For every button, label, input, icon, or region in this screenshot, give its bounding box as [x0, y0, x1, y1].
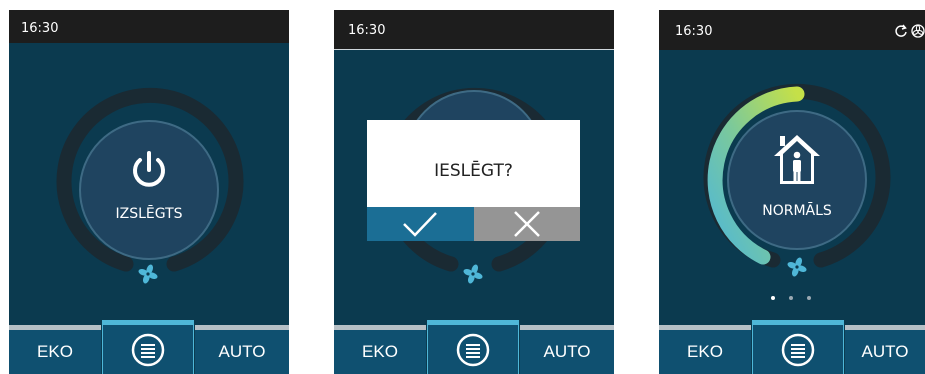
mode-label: NORMĀLS [762, 203, 832, 219]
home-person-icon [774, 135, 820, 184]
bottom-bar: EKO AUTO [659, 320, 925, 374]
page-dot[interactable] [789, 296, 793, 300]
eko-button[interactable]: EKO [659, 325, 751, 374]
menu-icon [781, 333, 815, 366]
screen-off: 16:30 IZSLĒGTS EKO AUTO [9, 10, 289, 374]
page-dot[interactable] [807, 296, 811, 300]
auto-button[interactable]: AUTO [195, 325, 289, 374]
dialog-question: IESLĒGT? [367, 120, 580, 207]
screen-normal: 16:30 NORMĀLS EKO AUTO [659, 10, 925, 374]
eko-button[interactable]: EKO [9, 325, 101, 374]
bottom-bar: EKO AUTO [9, 320, 289, 374]
menu-icon [131, 333, 165, 366]
fan-icon [463, 264, 483, 284]
auto-button[interactable]: AUTO [845, 325, 925, 374]
screen-confirm: 16:30 IESLĒGT? EKO AUTO [334, 10, 614, 374]
menu-icon [456, 333, 490, 366]
eko-button[interactable]: EKO [334, 325, 426, 374]
close-icon [513, 211, 540, 237]
confirm-dialog: IESLĒGT? [367, 120, 580, 241]
menu-button[interactable] [427, 320, 519, 374]
page-indicator[interactable] [771, 296, 811, 300]
menu-button[interactable] [752, 320, 844, 374]
fan-icon [138, 264, 158, 284]
auto-button[interactable]: AUTO [520, 325, 614, 374]
power-icon [133, 151, 165, 187]
check-icon [403, 212, 438, 237]
cancel-button[interactable] [473, 207, 580, 241]
bottom-bar: EKO AUTO [334, 320, 614, 374]
menu-button[interactable] [102, 320, 194, 374]
fan-icon [787, 257, 807, 277]
page-dot[interactable] [771, 296, 775, 300]
confirm-button[interactable] [367, 207, 474, 241]
status-label: IZSLĒGTS [115, 206, 183, 222]
